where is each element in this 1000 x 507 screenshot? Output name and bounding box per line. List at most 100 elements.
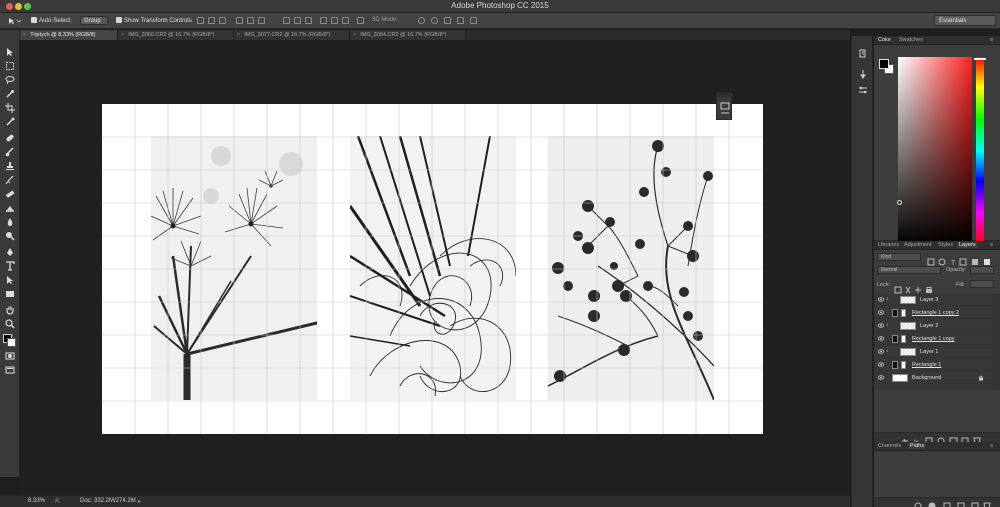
visibility-eye-icon[interactable] (878, 336, 884, 341)
layer-name[interactable]: Layer 1 (920, 349, 938, 355)
layer-name[interactable]: Rectangle 1 copy (912, 336, 955, 342)
layer-row[interactable]: Rectangle 1 copy (874, 333, 992, 345)
layer-mask-thumbnail[interactable] (901, 309, 906, 317)
align-vcenter-icon[interactable] (208, 17, 215, 24)
layer-mask-thumbnail[interactable] (901, 335, 906, 343)
align-left-icon[interactable] (236, 17, 243, 24)
lasso-tool-icon[interactable] (5, 72, 15, 85)
distribute-bottom-icon[interactable] (305, 17, 312, 24)
history-brush-tool-icon[interactable] (5, 172, 15, 185)
tab-layers[interactable]: Layers (957, 242, 978, 248)
history-icon[interactable] (858, 46, 868, 58)
visibility-eye-icon[interactable] (878, 310, 884, 315)
screen-mode-icon[interactable] (5, 362, 15, 374)
auto-align-icon[interactable] (357, 17, 364, 24)
blend-mode-select[interactable]: Normal (877, 266, 941, 274)
pen-tool-icon[interactable] (5, 244, 15, 256)
align-hcenter-icon[interactable] (247, 17, 254, 24)
hue-slider[interactable] (976, 57, 984, 245)
3d-drag-icon[interactable] (444, 17, 451, 24)
align-bottom-icon[interactable] (219, 17, 226, 24)
lock-icons[interactable] (894, 281, 944, 294)
color-picker-cursor[interactable] (897, 200, 902, 205)
layer-row[interactable]: Background (874, 372, 992, 384)
rectangle-tool-icon[interactable] (5, 286, 15, 297)
background-color-swatch[interactable] (7, 338, 16, 347)
blur-tool-icon[interactable] (5, 214, 15, 226)
healing-brush-tool-icon[interactable] (5, 130, 15, 142)
zoom-level[interactable]: 8.33% (28, 498, 45, 504)
clone-stamp-tool-icon[interactable] (5, 158, 15, 170)
layer-filter-kind[interactable]: Kind (877, 253, 921, 261)
lock-icon[interactable] (978, 375, 984, 381)
3d-scale-icon[interactable] (470, 17, 477, 24)
tab-img-3077[interactable]: × IMG_3077.CR2 @ 16.7% (RGB/8*) (234, 30, 350, 40)
floating-properties-panel[interactable] (716, 92, 733, 120)
status-share-icon[interactable]: ⇱ (55, 498, 60, 505)
layer-name[interactable]: Rectangle 1 copy 2 (912, 310, 959, 316)
close-tab-icon[interactable]: × (237, 32, 240, 38)
status-menu-icon[interactable]: ▸ (138, 498, 141, 505)
tab-libraries[interactable]: Libraries (878, 242, 899, 248)
tab-adjustments[interactable]: Adjustment (904, 242, 932, 248)
close-tab-icon[interactable]: × (353, 32, 356, 38)
distribute-hcenter-icon[interactable] (331, 17, 338, 24)
visibility-eye-icon[interactable] (878, 362, 884, 367)
quick-selection-tool-icon[interactable] (5, 86, 15, 98)
auto-select-checkbox[interactable]: Auto-Select: (31, 17, 72, 24)
doc-size[interactable]: Doc: 332.2M/274.2M (80, 498, 136, 504)
layer-name[interactable]: Rectangle 1 (912, 362, 941, 368)
tab-img-3060[interactable]: × IMG_3060.CR2 @ 16.7% (RGB/8*) (118, 30, 234, 40)
zoom-tool-icon[interactable] (5, 316, 15, 329)
layer-row[interactable]: ↓ Layer 2 (874, 320, 992, 332)
distribute-left-icon[interactable] (320, 17, 327, 24)
close-tab-icon[interactable]: × (23, 32, 26, 38)
panel-menu-icon[interactable]: ≡ (990, 443, 993, 449)
distribute-top-icon[interactable] (283, 17, 290, 24)
tab-img-3094[interactable]: × IMG_3094.CR2 @ 16.7% (RGB/8*) (350, 30, 466, 40)
3d-rotate-icon[interactable] (418, 17, 425, 24)
path-selection-tool-icon[interactable] (5, 272, 15, 284)
layer-row[interactable]: ↓ Layer 1 (874, 346, 992, 358)
align-top-icon[interactable] (197, 17, 204, 24)
fill-field[interactable] (970, 280, 994, 288)
3d-slide-icon[interactable] (457, 17, 464, 24)
panel-menu-icon[interactable]: ≡ (990, 37, 993, 43)
layer-row[interactable]: ↓ Layer 3 (874, 294, 992, 306)
close-tab-icon[interactable]: × (121, 32, 124, 38)
gradient-tool-icon[interactable] (5, 200, 15, 212)
layer-mask-thumbnail[interactable] (901, 361, 906, 369)
transform-controls-checkbox[interactable]: Show Transform Controls (116, 17, 192, 24)
distribute-right-icon[interactable] (342, 17, 349, 24)
visibility-eye-icon[interactable] (878, 375, 884, 380)
tab-swatches[interactable]: Swatches (899, 37, 923, 43)
layer-row[interactable]: Rectangle 1 copy 2 (874, 307, 992, 319)
opacity-field[interactable] (970, 266, 994, 274)
color-foreground-swatch[interactable] (879, 59, 889, 69)
quick-mask-icon[interactable] (5, 348, 15, 360)
eyedropper-tool-icon[interactable] (5, 114, 15, 126)
tab-color[interactable]: Color (878, 37, 891, 43)
visibility-eye-icon[interactable] (878, 323, 884, 328)
workspace-switcher[interactable]: Essentials (934, 15, 996, 26)
tab-paths[interactable]: Paths (908, 443, 927, 449)
tab-channels[interactable]: Channels (878, 443, 901, 449)
crop-tool-icon[interactable] (5, 100, 15, 113)
layer-name[interactable]: Background (912, 375, 941, 381)
canvas-area[interactable] (20, 40, 850, 495)
color-field[interactable] (898, 57, 972, 245)
layer-row[interactable]: Rectangle 1 (874, 359, 992, 371)
panel-menu-icon[interactable]: ≡ (990, 242, 993, 248)
document-canvas[interactable] (102, 104, 763, 434)
auto-select-dropdown[interactable]: Group (80, 16, 108, 25)
tab-triptych[interactable]: × Triptych @ 8.33% (RGB/8) (20, 30, 118, 40)
marquee-tool-icon[interactable] (5, 58, 15, 70)
tab-styles[interactable]: Styles (938, 242, 953, 248)
3d-roll-icon[interactable] (431, 17, 438, 24)
brush-tool-icon[interactable] (5, 144, 15, 157)
hand-tool-icon[interactable] (5, 302, 15, 315)
distribute-vcenter-icon[interactable] (294, 17, 301, 24)
move-tool-preset-icon[interactable] (8, 17, 22, 27)
hue-slider-handle[interactable] (974, 58, 986, 60)
layer-name[interactable]: Layer 3 (920, 297, 938, 303)
